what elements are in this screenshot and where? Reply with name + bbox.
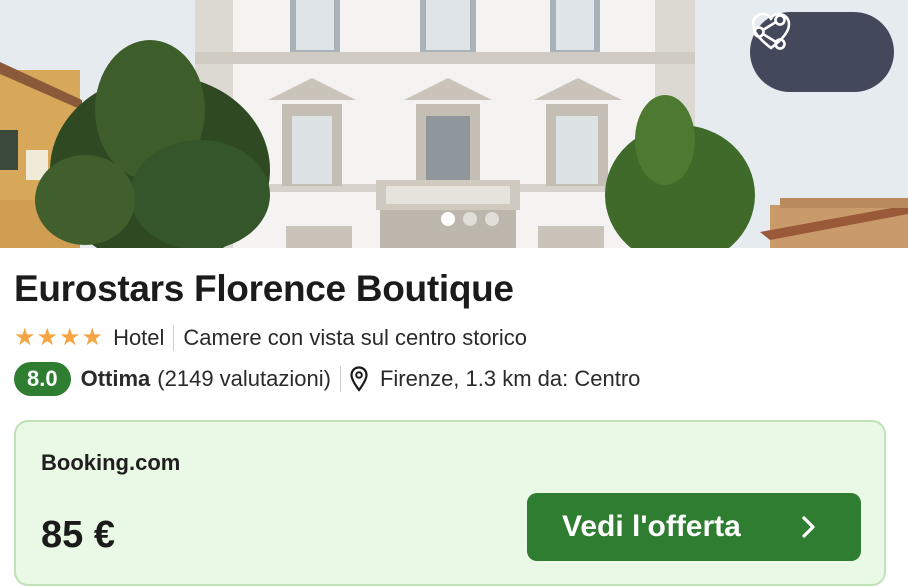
divider: [173, 325, 175, 351]
carousel-dot[interactable]: [463, 212, 477, 226]
carousel-dot[interactable]: [441, 212, 455, 226]
view-offer-button[interactable]: Vedi l'offerta: [527, 493, 861, 561]
chevron-right-icon: [802, 516, 815, 538]
heart-icon: [751, 12, 791, 50]
view-offer-label: Vedi l'offerta: [562, 510, 741, 543]
star-icon: ★: [14, 324, 36, 351]
hotel-location: Firenze, 1.3 km da: Centro: [379, 366, 641, 391]
star-rating: ★ ★ ★ ★: [14, 326, 103, 350]
hotel-meta-row: ★ ★ ★ ★ Hotel Camere con vista sul centr…: [14, 322, 527, 354]
offer-price: 85 €: [41, 514, 115, 556]
favorite-button[interactable]: [751, 12, 880, 80]
star-icon: ★: [59, 324, 81, 351]
hotel-name[interactable]: Eurostars Florence Boutique: [14, 268, 514, 310]
photo-actions-pill: [750, 12, 894, 92]
rating-label: Ottima: [80, 366, 151, 391]
rating-row: 8.0 Ottima (2149 valutazioni) Firenze, 1…: [14, 362, 640, 396]
divider: [339, 366, 341, 392]
carousel-indicator: [441, 212, 499, 226]
review-count: (2149 valutazioni): [157, 366, 331, 391]
offer-provider: Booking.com: [41, 450, 181, 475]
offer-card[interactable]: Booking.com 85 € Vedi l'offerta: [14, 420, 886, 586]
rating-score-badge: 8.0: [14, 362, 71, 396]
location-pin-icon: [350, 366, 368, 392]
hotel-type: Hotel: [113, 325, 165, 350]
carousel-dot[interactable]: [485, 212, 499, 226]
hotel-tagline: Camere con vista sul centro storico: [183, 325, 527, 350]
hotel-photo-carousel[interactable]: [0, 0, 908, 248]
star-icon: ★: [81, 324, 104, 351]
star-icon: ★: [36, 324, 59, 351]
